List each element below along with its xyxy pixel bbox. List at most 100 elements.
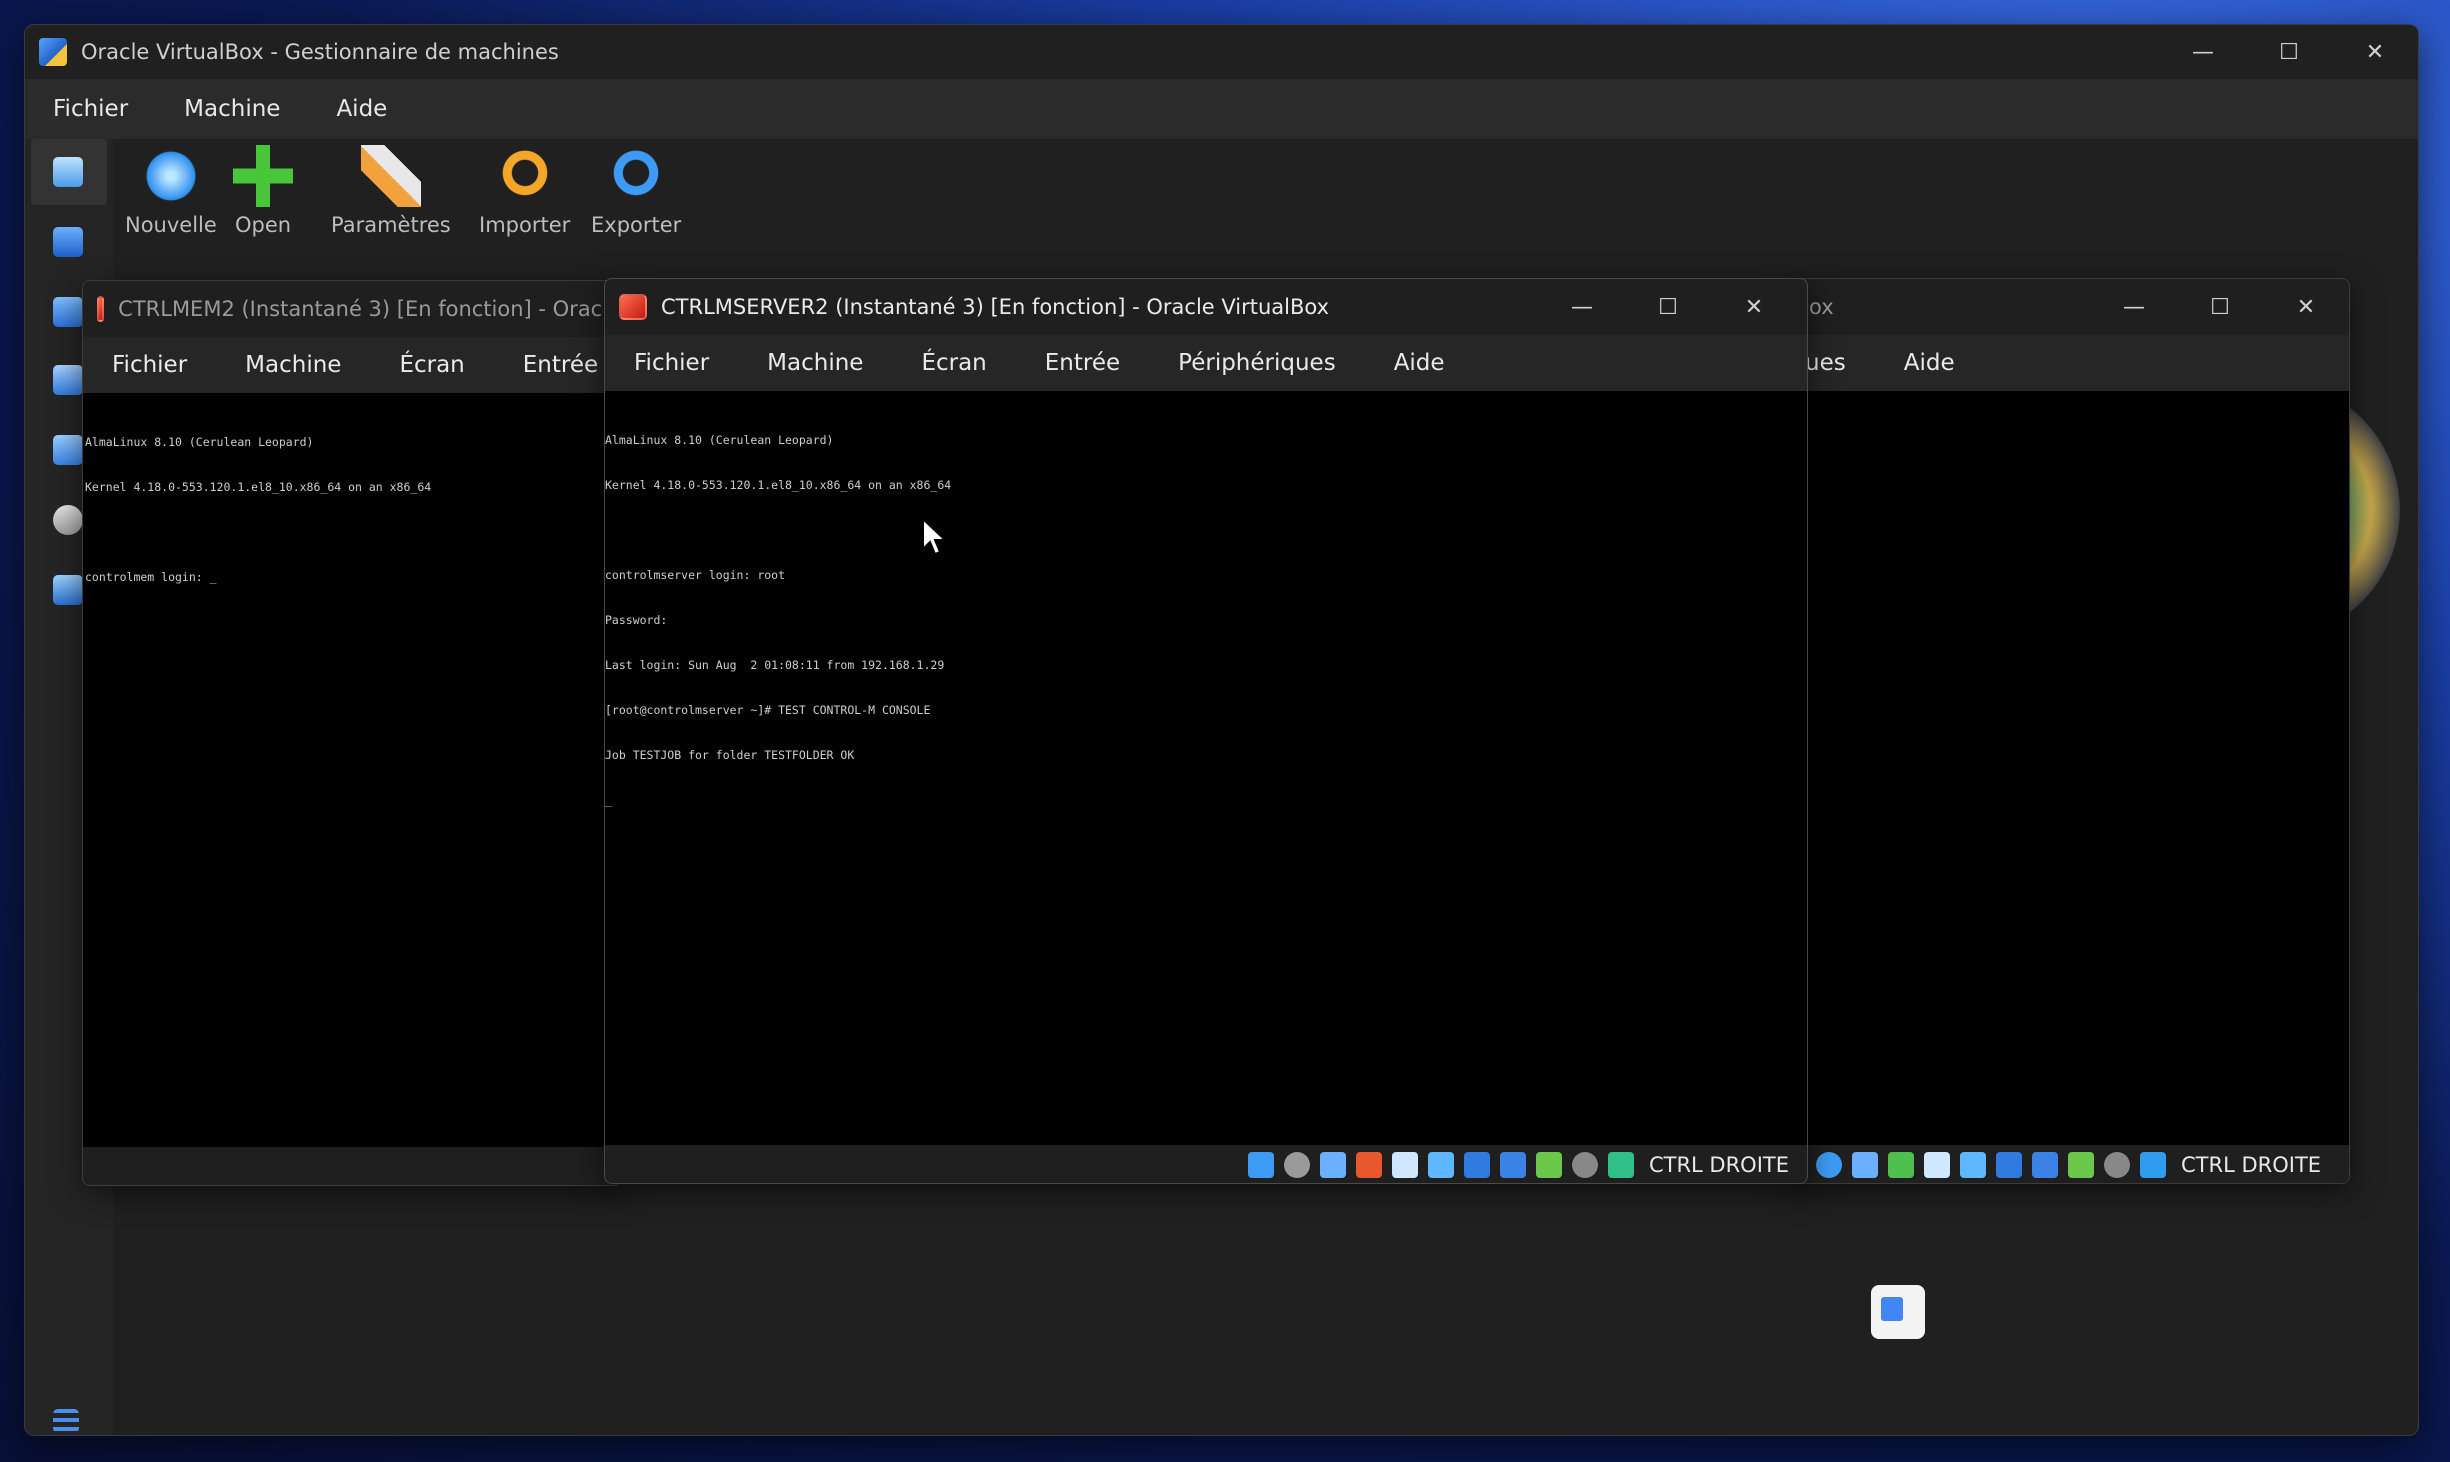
display-icon[interactable] <box>1996 1152 2022 1178</box>
vm-front-menu-ecran[interactable]: Écran <box>892 350 1015 376</box>
settings-label: Paramètres <box>331 213 451 237</box>
settings-wrench-icon <box>360 145 421 207</box>
open-vm-button[interactable]: Open <box>233 145 293 237</box>
vm-left-menu-ecran[interactable]: Écran <box>370 352 493 378</box>
vm-left-menubar: Fichier Machine Écran Entrée <box>83 337 621 393</box>
hard-disk-icon[interactable] <box>1247 1152 1274 1178</box>
activity-tool-icon[interactable] <box>53 575 83 605</box>
settings-button[interactable]: Paramètres <box>331 145 451 237</box>
vm-left-menu-machine[interactable]: Machine <box>216 352 370 378</box>
extensions-tool-icon[interactable] <box>53 365 83 395</box>
import-label: Importer <box>479 213 571 237</box>
vm-front-maximize-button[interactable]: ☐ <box>1625 279 1711 335</box>
cpu-icon[interactable] <box>2068 1152 2094 1178</box>
vm-front-titlebar[interactable]: CTRLMSERVER2 (Instantané 3) [En fonction… <box>605 279 1807 335</box>
close-button[interactable]: ✕ <box>2332 25 2418 79</box>
manager-menubar: Fichier Machine Aide <box>25 79 2418 139</box>
manager-titlebar[interactable]: Oracle VirtualBox - Gestionnaire de mach… <box>25 25 2418 79</box>
usb-icon[interactable] <box>1924 1152 1950 1178</box>
network-icon[interactable] <box>1888 1152 1914 1178</box>
network-icon[interactable] <box>1355 1152 1382 1178</box>
mouse-integration-icon[interactable] <box>2104 1152 2130 1178</box>
vm-right-close-button[interactable]: ✕ <box>2263 279 2349 335</box>
mouse-integration-icon[interactable] <box>1571 1152 1598 1178</box>
manager-title: Oracle VirtualBox - Gestionnaire de mach… <box>81 40 559 64</box>
vm-front-minimize-button[interactable]: — <box>1539 279 1625 335</box>
vm-front-menu-entree[interactable]: Entrée <box>1016 350 1149 376</box>
media-tool-icon[interactable] <box>53 505 83 535</box>
vm-front-title: CTRLMSERVER2 (Instantané 3) [En fonction… <box>661 295 1330 319</box>
usb-icon[interactable] <box>1391 1152 1418 1178</box>
video-capture-icon[interactable] <box>2032 1152 2058 1178</box>
console-line: Kernel 4.18.0-553.120.1.el8_10.x86_64 on… <box>605 478 952 492</box>
export-icon <box>606 145 667 207</box>
new-vm-icon <box>140 145 201 207</box>
console-line: AlmaLinux 8.10 (Cerulean Leopard) <box>605 433 834 447</box>
cpu-icon[interactable] <box>1535 1152 1562 1178</box>
console-line: ​ <box>85 525 431 540</box>
vm-right-title: ox <box>1809 295 1834 319</box>
optical-drive-icon[interactable] <box>1283 1152 1310 1178</box>
machines-tool-icon[interactable] <box>53 227 83 257</box>
keyboard-capture-icon[interactable] <box>2140 1152 2166 1178</box>
vm-front-menu-peripheriques[interactable]: Périphériques <box>1149 350 1365 376</box>
console-line: controlmem login: _ <box>85 570 217 584</box>
vm-right-statusbar: CTRL DROITE <box>1791 1145 2349 1183</box>
vm-front-menu-aide[interactable]: Aide <box>1365 350 1474 376</box>
vm-right-host-key: CTRL DROITE <box>2181 1153 2322 1177</box>
vm-left-menu-fichier[interactable]: Fichier <box>83 352 216 378</box>
video-capture-icon[interactable] <box>1499 1152 1526 1178</box>
vm-left-app-icon <box>97 296 105 322</box>
vm-front-menu-machine[interactable]: Machine <box>738 350 892 376</box>
network-tool-icon[interactable] <box>53 435 83 465</box>
vm-left-screen[interactable]: AlmaLinux 8.10 (Cerulean Leopard) Kernel… <box>83 393 621 1147</box>
vm-window-front: CTRLMSERVER2 (Instantané 3) [En fonction… <box>604 278 1808 1184</box>
tool-menu-list-icon[interactable] <box>53 1409 79 1433</box>
vm-window-left: CTRLMEM2 (Instantané 3) [En fonction] - … <box>82 280 622 1186</box>
add-icon <box>233 145 293 207</box>
shared-folders-icon[interactable] <box>1960 1152 1986 1178</box>
vm-right-menubar: ues Aide <box>1791 335 2349 391</box>
audio-icon[interactable] <box>1852 1152 1878 1178</box>
menu-machine[interactable]: Machine <box>156 96 308 122</box>
translate-icon[interactable] <box>1871 1285 1925 1339</box>
vm-left-console: AlmaLinux 8.10 (Cerulean Leopard) Kernel… <box>85 405 431 615</box>
export-label: Exporter <box>591 213 682 237</box>
display-icon[interactable] <box>1463 1152 1490 1178</box>
vm-front-close-button[interactable]: ✕ <box>1711 279 1797 335</box>
audio-icon[interactable] <box>1319 1152 1346 1178</box>
vm-right-minimize-button[interactable]: — <box>2091 279 2177 335</box>
keyboard-capture-icon[interactable] <box>1607 1152 1634 1178</box>
vm-right-screen[interactable] <box>1791 391 2349 1145</box>
export-button[interactable]: Exporter <box>591 145 681 237</box>
virtualbox-logo-icon <box>39 38 67 66</box>
vm-left-titlebar[interactable]: CTRLMEM2 (Instantané 3) [En fonction] - … <box>83 281 621 337</box>
translate-glyph <box>1881 1297 1903 1321</box>
mouse-cursor-icon <box>922 517 947 556</box>
menu-fichier[interactable]: Fichier <box>25 96 156 122</box>
vm-front-host-key: CTRL DROITE <box>1648 1153 1789 1177</box>
new-vm-button[interactable]: Nouvelle <box>125 145 217 237</box>
minimize-button[interactable]: — <box>2160 25 2246 79</box>
console-line: Last login: Sun Aug 2 01:08:11 from 192.… <box>605 658 945 672</box>
optical-drive-icon[interactable] <box>1816 1152 1842 1178</box>
vm-front-app-icon <box>619 294 647 320</box>
maximize-button[interactable]: ☐ <box>2246 25 2332 79</box>
vm-front-menubar: Fichier Machine Écran Entrée Périphériqu… <box>605 335 1807 391</box>
import-button[interactable]: Importer <box>479 145 570 237</box>
vm-front-menu-fichier[interactable]: Fichier <box>605 350 738 376</box>
vm-left-menu-entree[interactable]: Entrée <box>494 352 621 378</box>
vm-right-maximize-button[interactable]: ☐ <box>2177 279 2263 335</box>
menu-aide[interactable]: Aide <box>308 96 415 122</box>
import-icon <box>494 145 555 207</box>
welcome-tool-icon[interactable] <box>53 157 83 187</box>
console-line: controlmserver login: root <box>605 568 786 582</box>
open-vm-label: Open <box>234 213 292 237</box>
vm-right-menu-aide[interactable]: Aide <box>1875 350 1984 376</box>
machine-group-icon[interactable] <box>53 297 83 327</box>
shared-folders-icon[interactable] <box>1427 1152 1454 1178</box>
console-line: _ <box>605 793 612 807</box>
vm-right-titlebar[interactable]: ox — ☐ ✕ <box>1791 279 2349 335</box>
vm-front-screen[interactable]: AlmaLinux 8.10 (Cerulean Leopard) Kernel… <box>605 391 1807 1145</box>
console-line: AlmaLinux 8.10 (Cerulean Leopard) <box>85 435 314 449</box>
